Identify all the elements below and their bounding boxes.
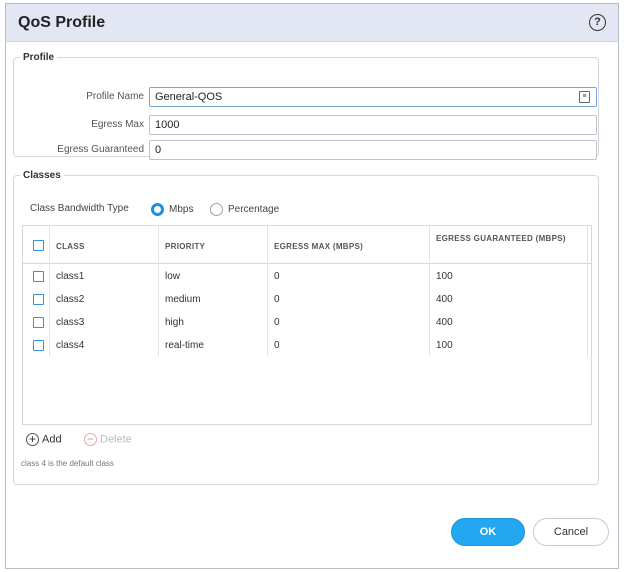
table-header: CLASS PRIORITY EGRESS MAX (MBPS) EGRESS …	[23, 226, 591, 264]
cell-class: class2	[56, 294, 85, 305]
classes-table: CLASS PRIORITY EGRESS MAX (MBPS) EGRESS …	[22, 225, 592, 425]
egress-max-value: 1000	[155, 119, 180, 131]
row-checkbox[interactable]	[33, 317, 44, 328]
egress-max-label: Egress Max	[91, 119, 144, 130]
cell-class: class4	[56, 340, 85, 351]
profile-name-input[interactable]: General-QOS ≡	[149, 87, 597, 107]
egress-guaranteed-label: Egress Guaranteed	[57, 144, 144, 155]
egress-max-input[interactable]: 1000	[149, 115, 597, 135]
egress-guaranteed-input[interactable]: 0	[149, 140, 597, 160]
table-row[interactable]: class2 medium 0 400	[23, 289, 591, 312]
row-checkbox[interactable]	[33, 340, 44, 351]
minus-circle-icon: −	[84, 433, 97, 446]
add-button[interactable]: + Add	[26, 433, 62, 446]
default-class-note: class 4 is the default class	[21, 459, 114, 468]
input-picker-icon[interactable]: ≡	[579, 91, 590, 103]
cell-egress-max: 0	[274, 317, 280, 328]
percentage-radio[interactable]	[210, 203, 223, 216]
help-icon[interactable]: ?	[589, 14, 606, 31]
col-header-priority[interactable]: PRIORITY	[165, 242, 205, 251]
profile-legend: Profile	[23, 52, 55, 63]
select-all-checkbox[interactable]	[33, 240, 44, 251]
cell-priority: real-time	[165, 340, 204, 351]
cell-egress-guaranteed: 100	[436, 271, 453, 282]
cell-priority: low	[165, 271, 181, 282]
ok-button[interactable]: OK	[451, 518, 525, 546]
delete-label: Delete	[100, 433, 132, 446]
table-footer: + Add − Delete	[22, 431, 592, 453]
cancel-button[interactable]: Cancel	[533, 518, 609, 546]
cell-priority: high	[165, 317, 184, 328]
col-header-egress-max[interactable]: EGRESS MAX (MBPS)	[274, 242, 363, 251]
profile-name-value: General-QOS	[155, 91, 223, 103]
cell-egress-guaranteed: 400	[436, 317, 453, 328]
cell-priority: medium	[165, 294, 201, 305]
cell-egress-guaranteed: 100	[436, 340, 453, 351]
classes-section: Classes Class Bandwidth Type Mbps Percen…	[13, 170, 599, 485]
percentage-radio-label[interactable]: Percentage	[228, 204, 279, 215]
profile-section: Profile Profile Name General-QOS ≡ Egres…	[13, 52, 599, 160]
table-row[interactable]: class1 low 0 100	[23, 266, 591, 289]
cell-egress-guaranteed: 400	[436, 294, 453, 305]
cell-class: class1	[56, 271, 85, 282]
classes-legend: Classes	[23, 170, 61, 181]
row-checkbox[interactable]	[33, 294, 44, 305]
row-checkbox[interactable]	[33, 271, 44, 282]
delete-button[interactable]: − Delete	[84, 433, 132, 446]
plus-circle-icon: +	[26, 433, 39, 446]
cell-egress-max: 0	[274, 271, 280, 282]
add-label: Add	[42, 433, 62, 446]
col-header-class[interactable]: CLASS	[56, 242, 85, 251]
table-row[interactable]: class3 high 0 400	[23, 312, 591, 335]
mbps-radio-label[interactable]: Mbps	[169, 204, 193, 215]
dialog-title: QoS Profile	[18, 14, 106, 31]
egress-guaranteed-value: 0	[155, 144, 162, 156]
col-header-egress-guaranteed[interactable]: EGRESS GUARANTEED (MBPS)	[436, 233, 576, 245]
profile-name-label: Profile Name	[86, 91, 144, 102]
table-row[interactable]: class4 real-time 0 100	[23, 335, 591, 358]
cell-egress-max: 0	[274, 294, 280, 305]
cell-class: class3	[56, 317, 85, 328]
bandwidth-type-label: Class Bandwidth Type	[30, 203, 129, 214]
mbps-radio[interactable]	[151, 203, 164, 216]
dialog-titlebar: QoS Profile ?	[6, 4, 618, 42]
cell-egress-max: 0	[274, 340, 280, 351]
